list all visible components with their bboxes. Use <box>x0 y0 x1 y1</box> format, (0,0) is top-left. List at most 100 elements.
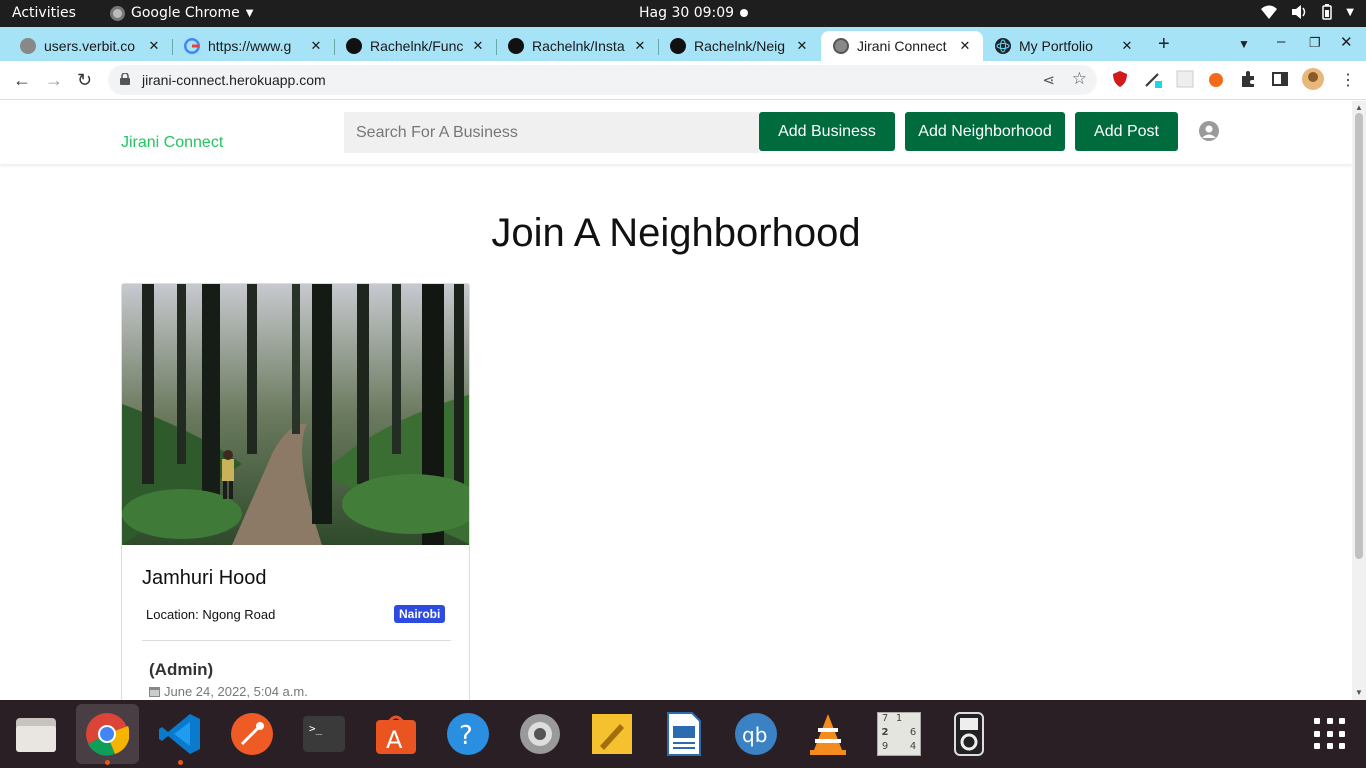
back-arrow-icon[interactable]: ← <box>13 70 31 91</box>
grid-extension-icon[interactable] <box>1176 70 1194 88</box>
software-center-icon[interactable]: A <box>374 712 418 756</box>
extensions-puzzle-icon[interactable] <box>1239 70 1257 88</box>
tab-search-chevron-icon[interactable]: ▼ <box>1238 37 1250 51</box>
admin-label: (Admin) <box>149 660 214 679</box>
writer-icon[interactable] <box>662 712 706 756</box>
vscode-icon[interactable] <box>158 712 202 756</box>
notes-icon[interactable] <box>590 712 634 756</box>
qbittorrent-icon[interactable]: qb <box>734 712 778 756</box>
pen-extension-icon[interactable] <box>1144 70 1162 88</box>
chevron-down-icon: ▼ <box>245 7 254 19</box>
google-icon <box>184 38 200 54</box>
reload-icon[interactable]: ↻ <box>77 70 92 91</box>
orange-extension-icon[interactable] <box>1207 70 1225 88</box>
files-icon[interactable] <box>14 712 58 756</box>
close-icon[interactable]: ✕ <box>470 38 486 54</box>
help-icon[interactable]: ? <box>446 712 490 756</box>
grid-dot <box>1314 743 1320 750</box>
minimize-icon[interactable]: – <box>1277 33 1285 50</box>
site-brand[interactable]: Jirani Connect <box>121 134 223 152</box>
volume-icon <box>1292 5 1306 19</box>
app-menu[interactable]: Google Chrome ▼ <box>110 5 253 21</box>
close-icon[interactable]: ✕ <box>1119 38 1135 54</box>
created-date: June 24, 2022, 5:04 a.m. <box>149 684 308 699</box>
sudoku-digit: 9 <box>881 741 889 752</box>
close-icon[interactable]: ✕ <box>632 38 648 54</box>
sudoku-icon[interactable]: 7 1 2 6 9 4 <box>877 712 921 756</box>
bookmark-star-icon[interactable]: ☆ <box>1072 69 1087 89</box>
chrome-icon[interactable] <box>85 712 129 756</box>
scrollbar-thumb[interactable] <box>1355 113 1363 559</box>
close-icon[interactable]: ✕ <box>308 38 324 54</box>
tab-title: https://www.g <box>208 38 292 54</box>
notification-dot-icon <box>740 9 748 17</box>
close-icon[interactable]: ✕ <box>794 38 810 54</box>
show-apps-icon[interactable] <box>1314 718 1346 750</box>
vlc-icon[interactable] <box>806 712 850 756</box>
user-profile-icon[interactable] <box>1199 121 1219 141</box>
sudoku-cell <box>892 741 906 755</box>
tab-jirani-connect[interactable]: Jirani Connect ✕ <box>821 31 983 61</box>
more-menu-icon[interactable]: ⋮ <box>1340 70 1356 90</box>
globe-icon <box>20 38 36 54</box>
close-window-icon[interactable]: ✕ <box>1340 33 1353 51</box>
forward-arrow-icon[interactable]: → <box>45 70 63 91</box>
ublock-extension-icon[interactable] <box>1111 70 1129 88</box>
activities-button[interactable]: Activities <box>12 5 76 21</box>
grid-dot <box>1314 718 1320 724</box>
tab-title: Jirani Connect <box>857 38 947 54</box>
neighborhood-name: Jamhuri Hood <box>142 567 267 589</box>
city-badge: Nairobi <box>394 605 446 623</box>
wifi-icon <box>1261 5 1278 19</box>
tab-google[interactable]: https://www.g ✕ <box>172 31 334 61</box>
grid-dot <box>1314 730 1320 737</box>
github-icon <box>670 38 686 54</box>
ubuntu-dock: >_ A ? qb 7 1 2 6 9 4 <box>0 700 1366 768</box>
add-post-button[interactable]: Add Post <box>1075 112 1178 151</box>
scroll-up-icon[interactable]: ▲ <box>1355 103 1363 112</box>
page-scrollbar[interactable]: ▲ ▼ <box>1352 101 1366 700</box>
grid-dot <box>1339 730 1346 737</box>
sudoku-digit: 7 <box>881 713 889 724</box>
tab-github-insta[interactable]: Rachelnk/Insta ✕ <box>496 31 658 61</box>
created-date-text: June 24, 2022, 5:04 a.m. <box>164 684 308 699</box>
tab-github-func[interactable]: Rachelnk/Func ✕ <box>334 31 496 61</box>
lock-icon <box>120 73 130 85</box>
tab-title: My Portfolio <box>1019 38 1093 54</box>
profile-avatar[interactable] <box>1302 68 1324 90</box>
tab-users-verbit[interactable]: users.verbit.co ✕ <box>0 31 172 61</box>
github-icon <box>346 38 362 54</box>
neighborhood-card[interactable]: Jamhuri Hood Location: Ngong Road Nairob… <box>121 283 470 700</box>
ipod-icon[interactable] <box>947 712 991 756</box>
url-text: jirani-connect.herokuapp.com <box>142 72 326 88</box>
settings-icon[interactable] <box>518 712 562 756</box>
svg-text:qb: qb <box>742 723 767 747</box>
terminal-icon[interactable]: >_ <box>302 712 346 756</box>
add-business-button[interactable]: Add Business <box>759 112 895 151</box>
tab-github-neig[interactable]: Rachelnk/Neig ✕ <box>658 31 820 61</box>
grid-dot <box>1339 718 1346 724</box>
site-navbar: Jirani Connect Add Business Add Neighbor… <box>0 101 1352 164</box>
globe-icon <box>833 38 849 54</box>
close-icon[interactable]: ✕ <box>957 38 973 54</box>
svg-text:?: ? <box>459 721 473 751</box>
tab-title: Rachelnk/Insta <box>532 38 625 54</box>
address-bar[interactable]: jirani-connect.herokuapp.com ⋖ ☆ <box>108 65 1097 95</box>
business-search-input[interactable] <box>344 112 759 153</box>
scroll-down-icon[interactable]: ▼ <box>1355 688 1363 697</box>
postman-icon[interactable] <box>230 712 274 756</box>
sudoku-digit: 1 <box>895 713 903 724</box>
side-panel-icon[interactable] <box>1271 70 1289 88</box>
clock[interactable]: Hag 30 09:09 <box>639 5 734 21</box>
tab-my-portfolio[interactable]: My Portfolio ✕ <box>983 31 1145 61</box>
new-tab-button[interactable]: + <box>1158 33 1170 56</box>
add-neighborhood-button[interactable]: Add Neighborhood <box>905 112 1065 151</box>
github-icon <box>508 38 524 54</box>
tab-title: Rachelnk/Neig <box>694 38 786 54</box>
system-tray[interactable]: ▼ <box>1260 4 1354 20</box>
share-icon[interactable]: ⋖ <box>1042 71 1055 89</box>
close-icon[interactable]: ✕ <box>146 38 162 54</box>
svg-text:A: A <box>386 726 403 754</box>
sudoku-digit: 4 <box>909 741 917 752</box>
restore-icon[interactable]: ❐ <box>1309 35 1321 51</box>
